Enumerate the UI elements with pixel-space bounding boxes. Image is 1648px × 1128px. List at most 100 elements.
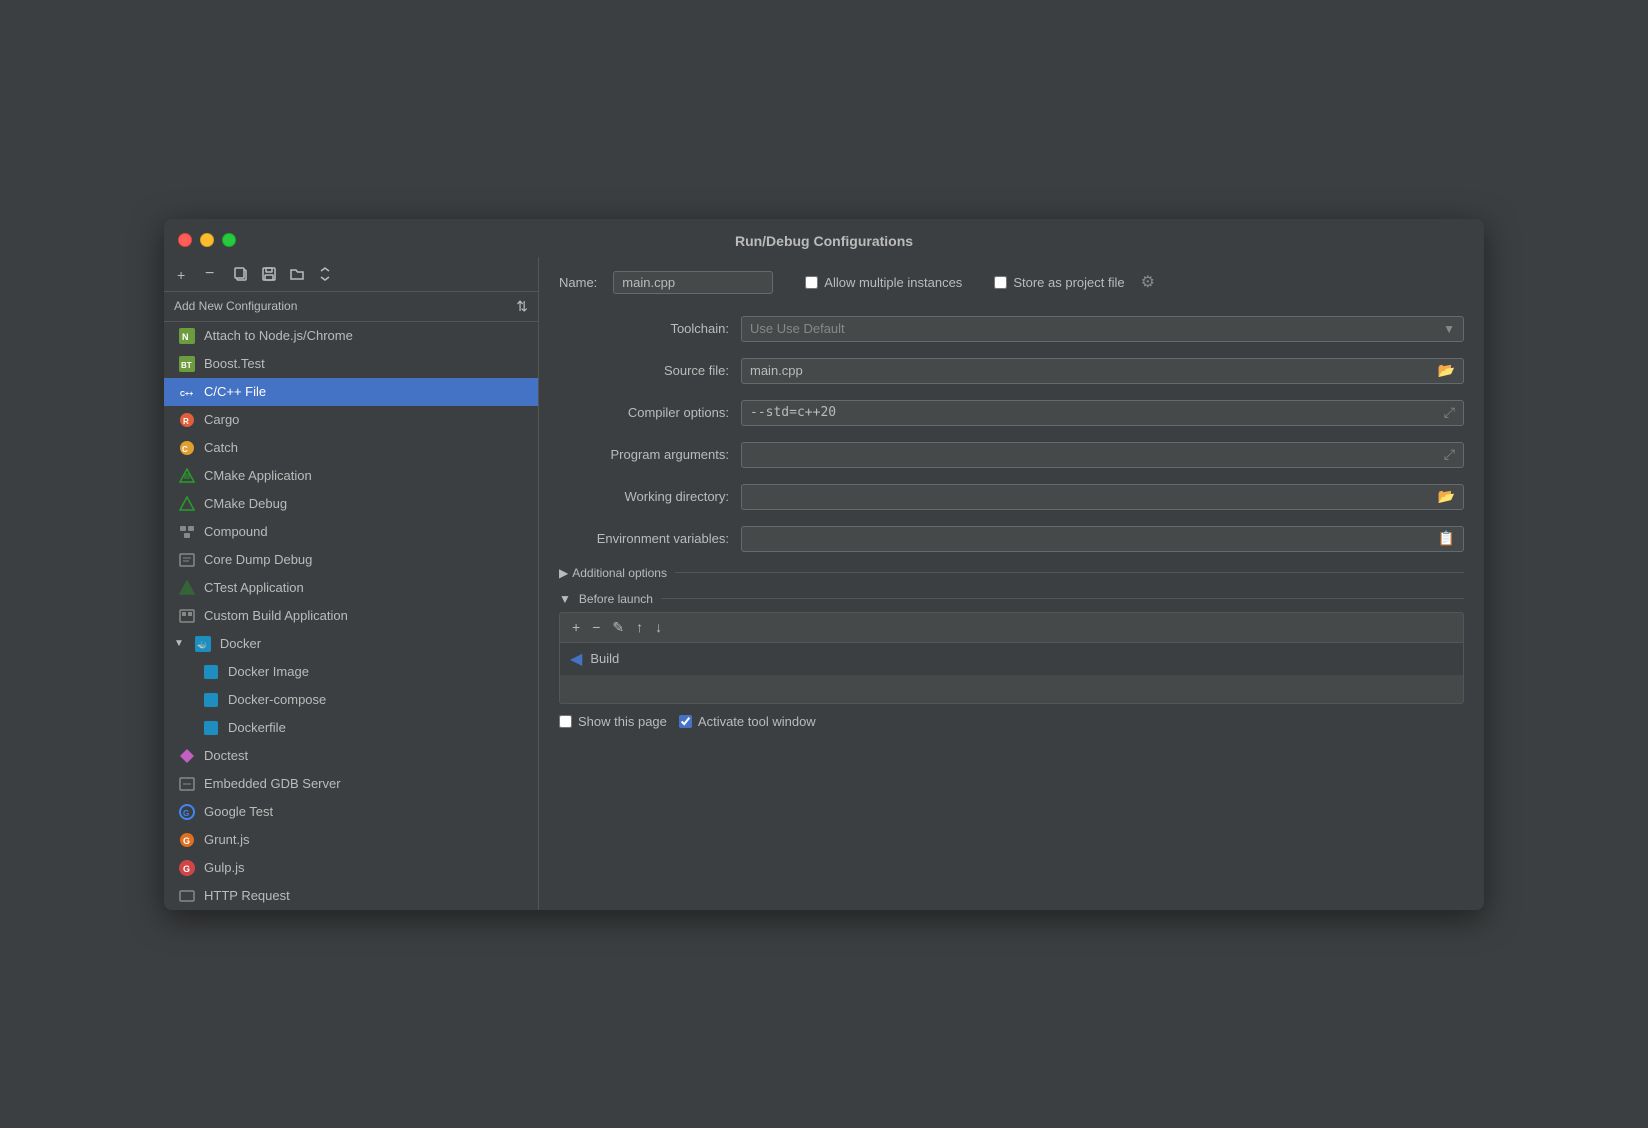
- sidebar-item-label: Docker Image: [228, 664, 309, 679]
- sidebar-item-boost-test[interactable]: BT Boost.Test: [164, 350, 538, 378]
- additional-options-section[interactable]: ▶ Additional options: [539, 560, 1484, 586]
- sidebar-item-cmake-debug[interactable]: CMake Debug: [164, 490, 538, 518]
- sidebar-item-label: HTTP Request: [204, 888, 290, 903]
- docker-icon: 🐳: [194, 635, 212, 653]
- source-file-input[interactable]: [742, 359, 1430, 382]
- program-args-expand-icon[interactable]: ⤢: [1436, 446, 1463, 463]
- sidebar-item-ctest[interactable]: CTest Application: [164, 574, 538, 602]
- sidebar-item-dockerfile[interactable]: Dockerfile: [164, 714, 538, 742]
- sidebar-item-cpp-file[interactable]: C++ C/C++ File: [164, 378, 538, 406]
- sidebar-item-cargo[interactable]: R Cargo: [164, 406, 538, 434]
- sidebar-item-google-test[interactable]: G Google Test: [164, 798, 538, 826]
- before-launch-label: Before launch: [579, 592, 653, 606]
- sidebar-item-compound[interactable]: Compound: [164, 518, 538, 546]
- svg-text:C: C: [182, 445, 188, 454]
- before-launch-section: ▼ Before launch: [539, 586, 1484, 612]
- svg-text:G: G: [183, 864, 190, 874]
- gulp-icon: G: [178, 859, 196, 877]
- cmake-debug-icon: [178, 495, 196, 513]
- before-launch-remove-button[interactable]: −: [588, 617, 604, 637]
- dropdown-arrow-icon: ▼: [1443, 322, 1455, 336]
- sidebar-item-gulp[interactable]: G Gulp.js: [164, 854, 538, 882]
- sidebar-item-coredump[interactable]: Core Dump Debug: [164, 546, 538, 574]
- compiler-options-label: Compiler options:: [559, 405, 729, 420]
- show-page-label: Show this page: [578, 714, 667, 729]
- close-button[interactable]: [178, 233, 192, 247]
- sidebar-item-label: Embedded GDB Server: [204, 776, 341, 791]
- compiler-options-expand-icon[interactable]: ⤢: [1436, 404, 1463, 421]
- sidebar-item-http-request[interactable]: HTTP Request: [164, 882, 538, 910]
- sidebar-item-docker-image[interactable]: Docker Image: [164, 658, 538, 686]
- sidebar-item-label: Attach to Node.js/Chrome: [204, 328, 353, 343]
- sidebar-item-label: Gulp.js: [204, 860, 244, 875]
- before-launch-add-button[interactable]: +: [568, 617, 584, 637]
- svg-text:G: G: [183, 809, 189, 818]
- before-launch-up-button[interactable]: ↑: [632, 617, 647, 637]
- before-launch-edit-button[interactable]: ✎: [608, 617, 628, 638]
- sidebar-item-doctest[interactable]: Doctest: [164, 742, 538, 770]
- sidebar-item-catch[interactable]: C Catch: [164, 434, 538, 462]
- additional-options-toggle[interactable]: ▶ Additional options: [559, 566, 667, 580]
- allow-multiple-group: Allow multiple instances: [805, 275, 962, 290]
- env-vars-input[interactable]: [742, 527, 1430, 550]
- docker-image-icon: [202, 663, 220, 681]
- copy-config-button[interactable]: [228, 263, 254, 285]
- program-args-input[interactable]: [742, 443, 1436, 466]
- sidebar-item-label: Custom Build Application: [204, 608, 348, 623]
- additional-options-chevron-icon: ▶: [559, 566, 568, 580]
- working-dir-input[interactable]: [742, 485, 1430, 508]
- sidebar-item-grunt[interactable]: G Grunt.js: [164, 826, 538, 854]
- custom-build-icon: [178, 607, 196, 625]
- before-launch-down-button[interactable]: ↓: [651, 617, 666, 637]
- before-launch-box: + − ✎ ↑ ↓ ◀ Build: [559, 612, 1464, 704]
- env-vars-row: Environment variables: 📋: [539, 518, 1484, 560]
- before-launch-build-item[interactable]: ◀ Build: [560, 643, 1463, 675]
- working-dir-browse-icon[interactable]: 📂: [1430, 488, 1463, 505]
- settings-gear-button[interactable]: ⚙: [1141, 272, 1155, 292]
- minimize-button[interactable]: [200, 233, 214, 247]
- sidebar-item-label: CTest Application: [204, 580, 304, 595]
- nodejs-icon: N: [178, 327, 196, 345]
- folder-config-button[interactable]: [284, 263, 310, 285]
- grunt-icon: G: [178, 831, 196, 849]
- traffic-lights: [178, 233, 236, 247]
- compiler-options-input[interactable]: [742, 401, 1436, 424]
- sidebar-item-attach-nodejs[interactable]: N Attach to Node.js/Chrome: [164, 322, 538, 350]
- cpp-icon: C++: [178, 383, 196, 401]
- source-file-label: Source file:: [559, 363, 729, 378]
- sidebar-item-cmake-app[interactable]: CMake Application: [164, 462, 538, 490]
- allow-multiple-checkbox[interactable]: [805, 276, 818, 289]
- before-launch-chevron-icon: ▼: [559, 592, 571, 606]
- remove-config-button[interactable]: −: [200, 263, 226, 285]
- store-project-checkbox[interactable]: [994, 276, 1007, 289]
- before-launch-header: ▼ Before launch: [559, 592, 1464, 606]
- collapse-section-button[interactable]: ⇅: [516, 298, 528, 315]
- toolchain-dropdown[interactable]: Use Use Default ▼: [741, 316, 1464, 342]
- svg-text:C++: C++: [180, 391, 193, 398]
- sidebar-item-docker-compose[interactable]: Docker-compose: [164, 686, 538, 714]
- sidebar-item-docker[interactable]: ▼ 🐳 Docker: [164, 630, 538, 658]
- additional-options-divider: [675, 572, 1464, 573]
- sort-config-button[interactable]: [312, 263, 338, 285]
- svg-text:N: N: [182, 332, 189, 342]
- program-args-field: ⤢: [741, 442, 1464, 468]
- http-icon: [178, 887, 196, 905]
- sidebar-item-embedded-gdb[interactable]: Embedded GDB Server: [164, 770, 538, 798]
- maximize-button[interactable]: [222, 233, 236, 247]
- save-config-button[interactable]: [256, 263, 282, 285]
- toolchain-value: Use Use Default: [750, 321, 845, 336]
- allow-multiple-label: Allow multiple instances: [824, 275, 962, 290]
- show-page-checkbox[interactable]: [559, 715, 572, 728]
- source-file-browse-icon[interactable]: 📂: [1430, 362, 1463, 379]
- sidebar-item-label: Doctest: [204, 748, 248, 763]
- name-input[interactable]: [613, 271, 773, 294]
- sidebar-item-label: Grunt.js: [204, 832, 250, 847]
- run-debug-dialog: Run/Debug Configurations + −: [164, 219, 1484, 910]
- sidebar-item-custom-build[interactable]: Custom Build Application: [164, 602, 538, 630]
- activate-tool-checkbox[interactable]: [679, 715, 692, 728]
- svg-text:BT: BT: [181, 361, 192, 370]
- env-vars-edit-icon[interactable]: 📋: [1430, 530, 1463, 547]
- env-vars-label: Environment variables:: [559, 531, 729, 546]
- doctest-icon: [178, 747, 196, 765]
- add-config-button[interactable]: +: [172, 263, 198, 285]
